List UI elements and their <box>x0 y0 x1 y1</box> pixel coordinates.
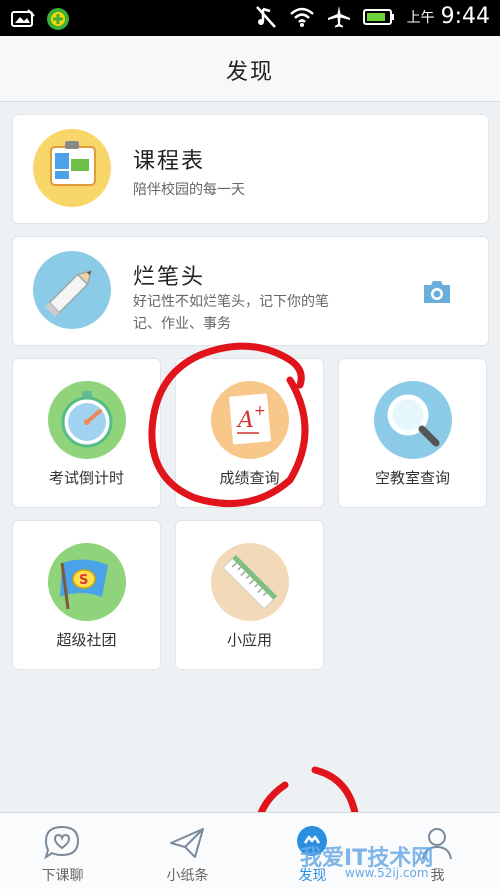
notes-card[interactable]: 烂笔头 好记性不如烂笔头，记下你的笔 记、作业、事务 <box>12 236 489 346</box>
empty-classroom-tile[interactable]: 空教室查询 <box>338 358 487 508</box>
club-flag-icon: S <box>48 543 126 621</box>
camera-icon[interactable] <box>421 279 453 305</box>
airplane-mode-icon <box>327 5 350 27</box>
exam-countdown-tile[interactable]: 考试倒计时 <box>12 358 161 508</box>
title-bar: 发现 <box>0 36 500 102</box>
timetable-card[interactable]: 课程表 陪伴校园的每一天 <box>12 114 489 224</box>
status-bar: 上午 9:44 <box>0 0 500 36</box>
chat-heart-icon <box>44 825 80 860</box>
paper-plane-icon <box>170 828 204 858</box>
svg-text:A: A <box>236 408 254 433</box>
mini-apps-label: 小应用 <box>226 631 272 649</box>
battery-icon <box>362 8 394 25</box>
wifi-icon <box>289 7 314 27</box>
stopwatch-icon <box>48 381 126 459</box>
nav-notes[interactable]: 小纸条 <box>125 813 250 889</box>
nav-notes-label: 小纸条 <box>166 868 209 884</box>
svg-text:+: + <box>254 403 266 419</box>
pencil-icon <box>33 251 111 329</box>
timetable-subtitle: 陪伴校园的每一天 <box>133 182 245 198</box>
notes-subtitle-line1: 好记性不如烂笔头，记下你的笔 <box>133 294 329 310</box>
image-notification-icon <box>11 9 35 27</box>
page-title: 发现 <box>225 60 274 85</box>
app-notification-icon <box>47 8 69 30</box>
magnifier-icon <box>374 381 452 459</box>
exam-countdown-label: 考试倒计时 <box>48 469 124 487</box>
svg-text:S: S <box>79 573 88 588</box>
nav-chat-label: 下课聊 <box>41 868 84 884</box>
notes-subtitle-line2: 记、作业、事务 <box>133 316 231 332</box>
grade-paper-icon: A + <box>211 381 289 459</box>
notes-subtitle: 好记性不如烂笔头，记下你的笔 记、作业、事务 <box>133 291 329 335</box>
nav-chat[interactable]: 下课聊 <box>0 813 125 889</box>
ruler-icon <box>211 543 289 621</box>
mini-apps-tile[interactable]: 小应用 <box>175 520 324 670</box>
super-club-label: 超级社团 <box>56 631 117 649</box>
watermark-url: www.52ij.com <box>345 866 429 880</box>
status-ampm: 上午 <box>406 9 435 26</box>
mute-icon <box>255 5 276 28</box>
grade-query-label: 成绩查询 <box>219 469 280 487</box>
super-club-tile[interactable]: S 超级社团 <box>12 520 161 670</box>
notes-title: 烂笔头 <box>133 265 206 290</box>
grade-query-tile[interactable]: A + 成绩查询 <box>175 358 324 508</box>
timetable-icon <box>33 129 111 207</box>
empty-classroom-label: 空教室查询 <box>374 469 450 487</box>
status-time: 9:44 <box>440 4 490 29</box>
timetable-title: 课程表 <box>133 149 206 174</box>
